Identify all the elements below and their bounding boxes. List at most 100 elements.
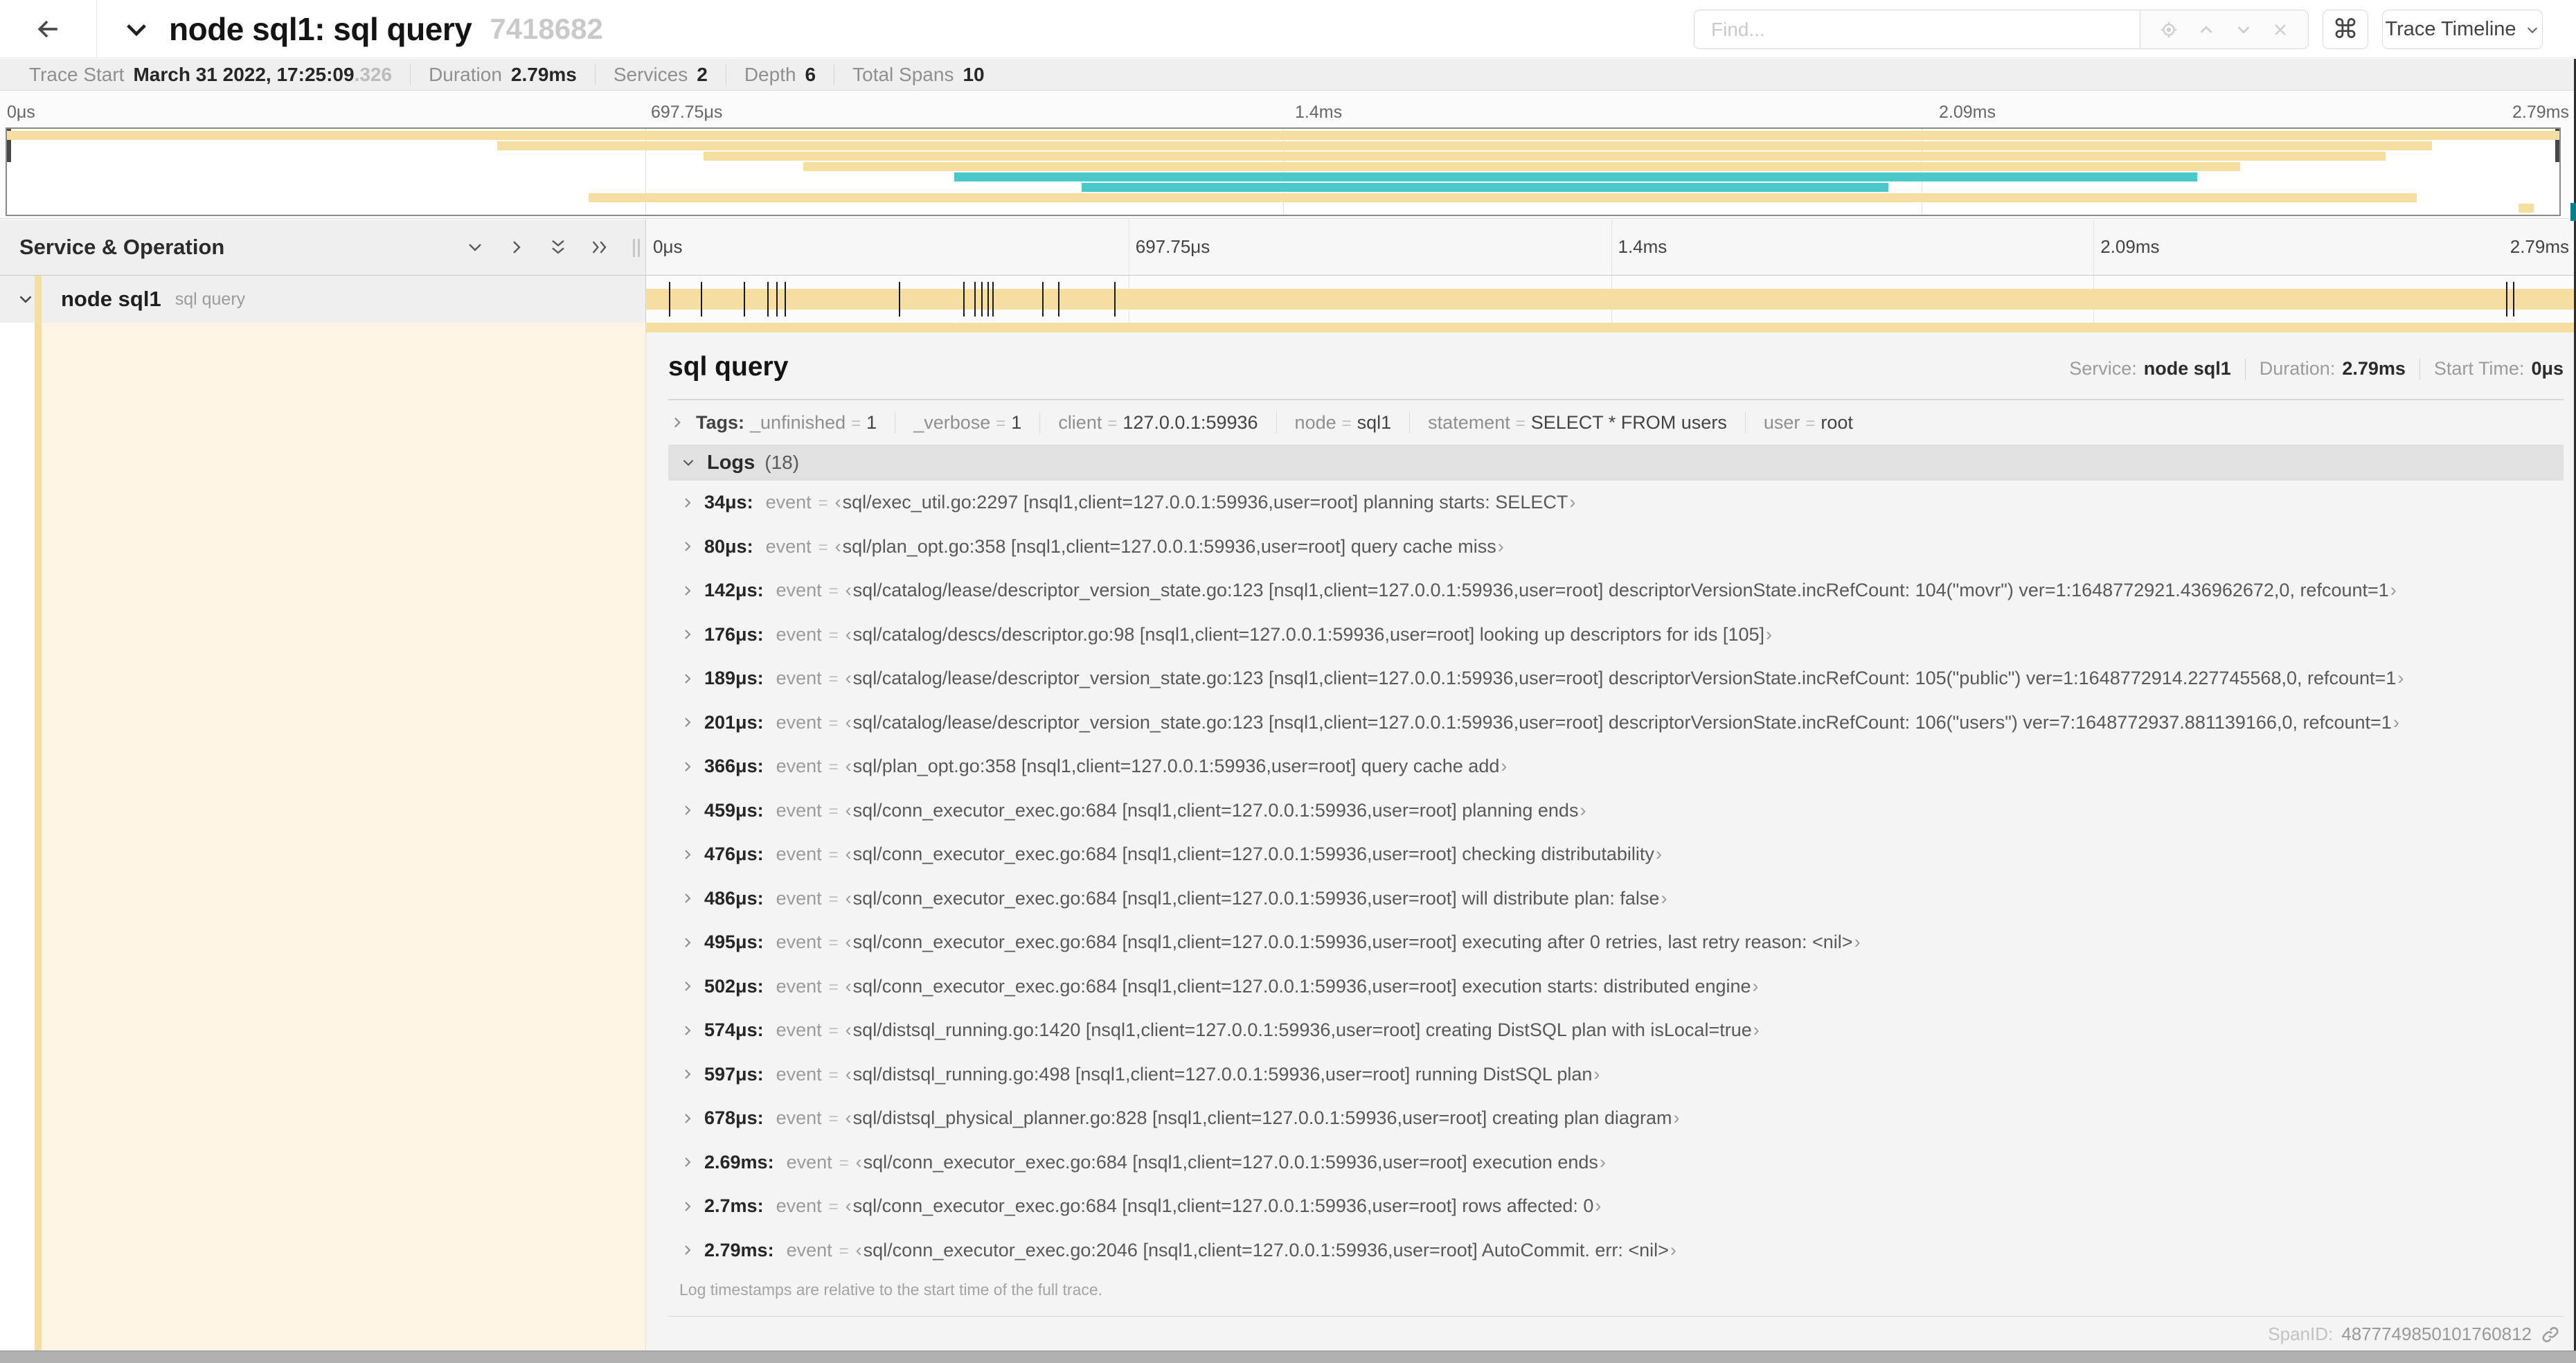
- minimap-tick-row: 0μs 697.75μs 1.4ms 2.09ms 2.79ms: [0, 103, 2576, 123]
- tags-expand-chevron-icon[interactable]: [668, 413, 686, 431]
- tag-value: root: [1821, 411, 1853, 433]
- log-expand-chevron-icon[interactable]: [679, 1022, 696, 1039]
- collapse-trace-chevron-icon[interactable]: [122, 15, 151, 44]
- timeline-column-headers: Service & Operation 0μs 697.75μs 1.4ms 2.09…: [0, 220, 2576, 276]
- log-entry-row[interactable]: 366μs event sql/plan_opt.go:358 [nsql1,c…: [668, 745, 2564, 789]
- log-message: sql/catalog/lease/descriptor_version_sta…: [846, 668, 2404, 689]
- log-event-tick: [668, 282, 670, 317]
- span-detail-panel: sql query Service: node sql1 Duration: 2…: [646, 323, 2576, 1351]
- scrollbar-thumb[interactable]: [2570, 203, 2576, 221]
- log-entry-row[interactable]: 502μs event sql/conn_executor_exec.go:68…: [668, 965, 2564, 1009]
- log-expand-chevron-icon[interactable]: [679, 846, 696, 863]
- log-message: sql/exec_util.go:2297 [nsql1,client=127.…: [835, 492, 1576, 513]
- log-entry-row[interactable]: 597μs event sql/distsql_running.go:498 […: [668, 1053, 2564, 1097]
- minimap-canvas[interactable]: [6, 127, 2561, 216]
- tags-row[interactable]: Tags: _unfinished 1 _verbose 1 client 12…: [668, 400, 2564, 445]
- collapse-all-icon[interactable]: [547, 236, 569, 258]
- log-expand-chevron-icon[interactable]: [679, 758, 696, 775]
- log-entry-row[interactable]: 189μs event sql/catalog/lease/descriptor…: [668, 657, 2564, 701]
- log-expand-chevron-icon[interactable]: [679, 1110, 696, 1127]
- log-entry-row[interactable]: 476μs event sql/conn_executor_exec.go:68…: [668, 832, 2564, 877]
- log-expand-chevron-icon[interactable]: [679, 1066, 696, 1083]
- log-entry-row[interactable]: 201μs event sql/catalog/lease/descriptor…: [668, 701, 2564, 745]
- log-entry-row[interactable]: 2.69ms event sql/conn_executor_exec.go:6…: [668, 1141, 2564, 1185]
- log-entry-row[interactable]: 80μs event sql/plan_opt.go:358 [nsql1,cl…: [668, 525, 2564, 569]
- keyboard-shortcuts-button[interactable]: ⌘: [2323, 10, 2368, 49]
- log-expand-chevron-icon[interactable]: [679, 626, 696, 643]
- span-row-name-cell[interactable]: node sql1 sql query: [0, 276, 646, 323]
- log-expand-chevron-icon[interactable]: [679, 934, 696, 951]
- log-event-tick: [767, 282, 769, 317]
- collapse-one-icon[interactable]: [464, 236, 486, 258]
- log-timestamp: 2.69ms: [704, 1152, 774, 1173]
- log-expand-chevron-icon[interactable]: [679, 714, 696, 731]
- expand-one-icon[interactable]: [506, 236, 528, 258]
- tag-item[interactable]: client 127.0.0.1:59936: [1058, 411, 1277, 434]
- log-timestamp: 201μs: [704, 712, 764, 733]
- log-timestamp: 2.7ms: [704, 1195, 764, 1217]
- log-expand-chevron-icon[interactable]: [679, 1198, 696, 1215]
- log-field-name: event: [776, 580, 822, 601]
- find-next-icon[interactable]: [2233, 19, 2254, 40]
- find-prev-icon[interactable]: [2196, 19, 2217, 40]
- trace-info-item: Services 2: [594, 64, 726, 85]
- tag-item[interactable]: user root: [1764, 412, 1871, 434]
- log-entry-row[interactable]: 2.7ms event sql/conn_executor_exec.go:68…: [668, 1184, 2564, 1229]
- tag-item[interactable]: statement SELECT * FROM users: [1428, 411, 1746, 434]
- log-entry-row[interactable]: 459μs event sql/conn_executor_exec.go:68…: [668, 789, 2564, 833]
- service-label: Service:: [2069, 358, 2137, 379]
- timeline-gridline: [1611, 220, 1612, 275]
- log-timestamp: 80μs: [704, 536, 753, 558]
- locate-icon[interactable]: [2158, 19, 2179, 40]
- log-expand-chevron-icon[interactable]: [679, 582, 696, 599]
- log-entry-row[interactable]: 574μs event sql/distsql_running.go:1420 …: [668, 1008, 2564, 1053]
- log-field-name: event: [776, 1195, 822, 1217]
- span-id-value: 4877749850101760812: [2341, 1324, 2532, 1344]
- log-expand-chevron-icon[interactable]: [679, 802, 696, 819]
- log-expand-chevron-icon[interactable]: [679, 670, 696, 687]
- log-entry-row[interactable]: 142μs event sql/catalog/lease/descriptor…: [668, 569, 2564, 613]
- log-field-name: event: [776, 623, 822, 645]
- tag-equals: [1336, 412, 1357, 434]
- deep-link-icon[interactable]: [2540, 1324, 2561, 1345]
- log-expand-chevron-icon[interactable]: [679, 1242, 696, 1258]
- trace-info-label: Duration: [429, 63, 502, 85]
- expand-all-icon[interactable]: [589, 236, 611, 258]
- log-entry-row[interactable]: 495μs event sql/conn_executor_exec.go:68…: [668, 920, 2564, 965]
- log-event-tick: [784, 282, 786, 317]
- log-field-name: event: [776, 844, 822, 865]
- log-expand-chevron-icon[interactable]: [679, 1154, 696, 1170]
- log-entry-row[interactable]: 678μs event sql/distsql_physical_planner…: [668, 1096, 2564, 1141]
- log-timestamp: 574μs: [704, 1019, 764, 1041]
- tag-item[interactable]: _unfinished 1: [750, 411, 896, 434]
- log-entry-row[interactable]: 34μs event sql/exec_util.go:2297 [nsql1,…: [668, 481, 2564, 525]
- tag-item[interactable]: _verbose 1: [913, 411, 1041, 434]
- trace-info-item: Total Spans 10: [834, 64, 1002, 85]
- logs-section-header[interactable]: Logs (18): [668, 445, 2564, 481]
- log-entry-row[interactable]: 486μs event sql/conn_executor_exec.go:68…: [668, 877, 2564, 921]
- minimap-span-bar: [7, 131, 2559, 140]
- trace-page-header: node sql1: sql query 7418682 ⌘ Trace Tim…: [0, 0, 2576, 58]
- view-selector-button[interactable]: Trace Timeline: [2382, 10, 2543, 49]
- log-expand-chevron-icon[interactable]: [679, 890, 696, 907]
- log-entry-row[interactable]: 176μs event sql/catalog/descs/descriptor…: [668, 613, 2564, 657]
- log-entry-row[interactable]: 2.79ms event sql/conn_executor_exec.go:2…: [668, 1229, 2564, 1273]
- log-field-name: event: [776, 1107, 822, 1129]
- back-button[interactable]: [0, 0, 97, 57]
- log-event-tick: [963, 282, 965, 317]
- span-service-name[interactable]: node sql1: [61, 287, 161, 312]
- tag-equals: [846, 412, 866, 434]
- arrow-left-icon: [33, 14, 64, 44]
- tag-item[interactable]: node sql1: [1295, 411, 1411, 434]
- clear-find-icon[interactable]: [2271, 20, 2290, 39]
- log-expand-chevron-icon[interactable]: [679, 495, 696, 511]
- find-input[interactable]: [1694, 10, 2140, 49]
- log-expand-chevron-icon[interactable]: [679, 978, 696, 995]
- span-collapse-chevron-icon[interactable]: [15, 289, 36, 310]
- log-message: sql/conn_executor_exec.go:684 [nsql1,cli…: [846, 932, 1861, 953]
- column-resizer-handle[interactable]: [633, 239, 640, 257]
- trace-info-value: 6: [805, 63, 816, 85]
- log-expand-chevron-icon[interactable]: [679, 538, 696, 555]
- detail-row-duration-bar[interactable]: [646, 323, 2576, 332]
- log-field-name: event: [776, 932, 822, 953]
